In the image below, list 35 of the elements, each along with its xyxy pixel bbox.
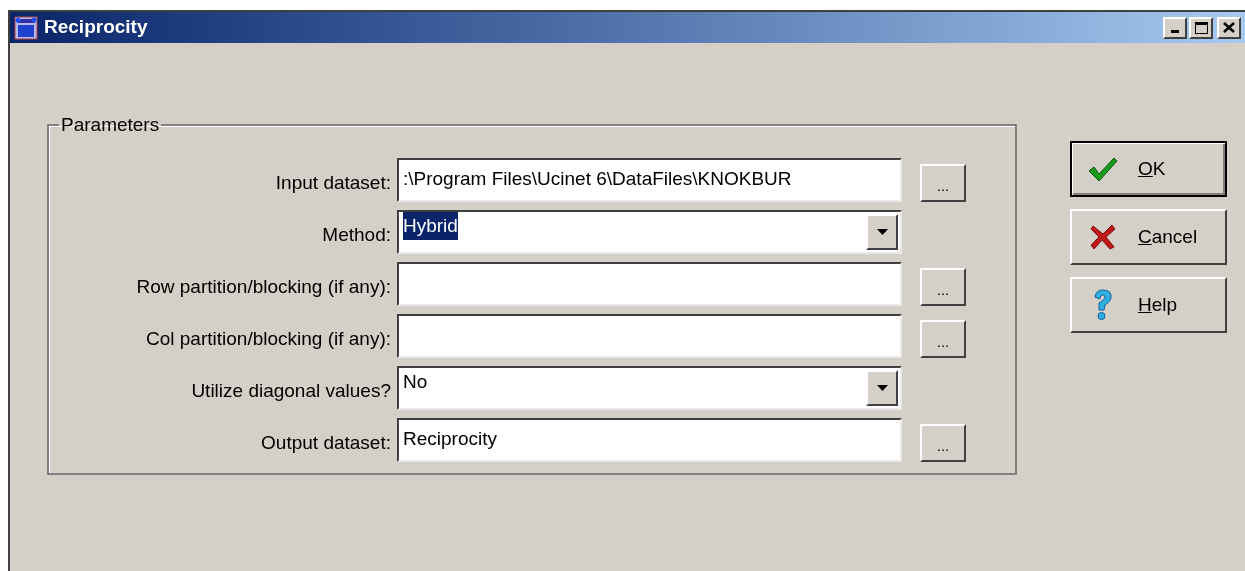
input-field[interactable] — [397, 261, 902, 306]
input-field[interactable]: Reciprocity — [397, 417, 902, 462]
group-title: Parameters — [60, 113, 161, 137]
ok-button[interactable]: OK — [1070, 141, 1227, 197]
question-mark-icon — [1092, 289, 1114, 321]
checkmark-icon — [1088, 156, 1118, 182]
app-icon — [14, 15, 38, 40]
input-field[interactable]: :\Program Files\Ucinet 6\DataFiles\KNOKBUR — [397, 157, 902, 202]
cancel-button[interactable]: Cancel — [1070, 209, 1227, 265]
dropdown[interactable]: Hybrid — [397, 209, 902, 254]
browse-button[interactable]: ... — [920, 319, 966, 358]
window-title: Reciprocity — [44, 15, 148, 40]
help-button[interactable]: Help — [1070, 277, 1227, 333]
field-label: Output dataset: — [260, 431, 392, 456]
caret-icon — [876, 384, 888, 391]
dropdown-button[interactable] — [866, 369, 898, 406]
maximize-button[interactable] — [1189, 16, 1213, 39]
browse-button[interactable]: ... — [920, 163, 966, 202]
field-label: Method: — [321, 223, 392, 248]
dropdown-button[interactable] — [866, 213, 898, 250]
field-label: Utilize diagonal values? — [190, 379, 392, 404]
field-label: Input dataset: — [274, 171, 392, 196]
dropdown[interactable]: No — [397, 365, 902, 410]
browse-button[interactable]: ... — [920, 423, 966, 462]
input-field[interactable] — [397, 313, 902, 358]
maximize-icon — [1194, 21, 1208, 34]
close-icon — [1223, 22, 1235, 33]
caret-icon — [876, 228, 888, 235]
minimize-button[interactable] — [1163, 16, 1187, 39]
field-label: Row partition/blocking (if any): — [135, 275, 392, 300]
browse-button[interactable]: ... — [920, 267, 966, 306]
close-button[interactable] — [1217, 16, 1241, 39]
field-label: Col partition/blocking (if any): — [145, 327, 392, 352]
minimize-icon — [1171, 29, 1179, 33]
cross-icon — [1090, 224, 1116, 250]
